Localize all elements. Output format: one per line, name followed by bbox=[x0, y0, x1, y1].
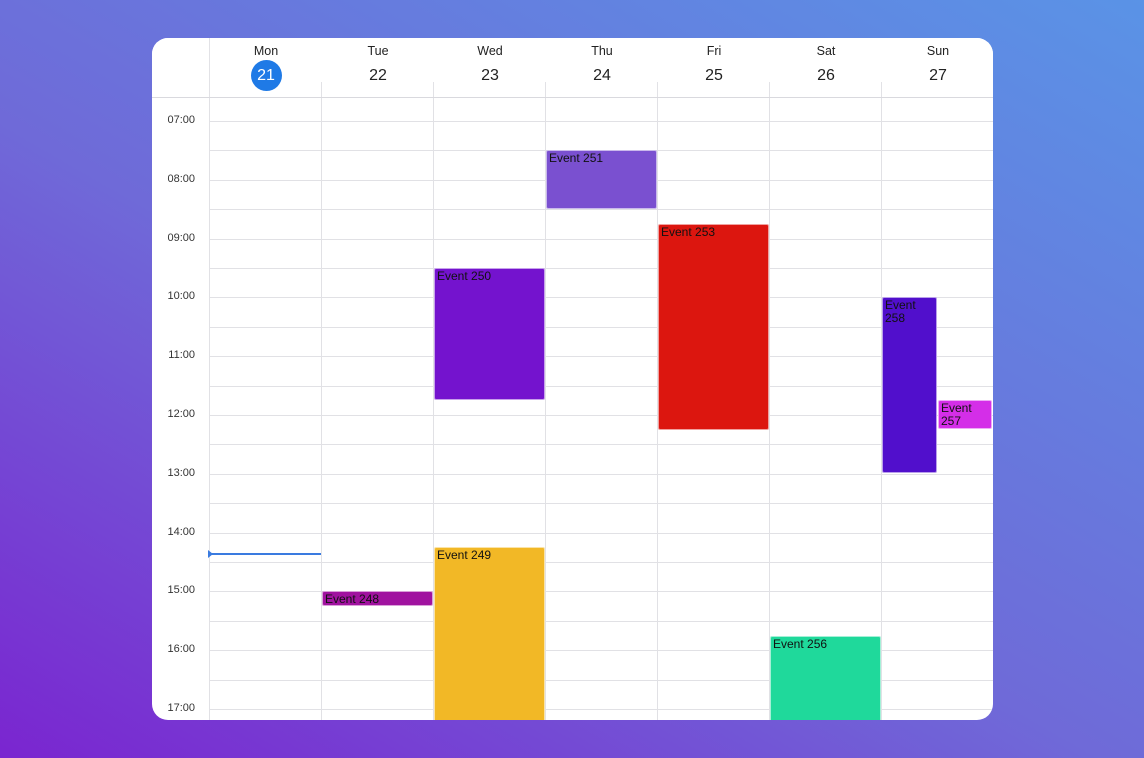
day-header-mon[interactable]: Mon 21 bbox=[210, 38, 322, 97]
day-header-thu[interactable]: Thu 24 bbox=[546, 38, 658, 97]
day-date[interactable]: 27 bbox=[923, 60, 954, 91]
half-hour-gridline bbox=[209, 621, 993, 622]
time-label: 16:00 bbox=[167, 643, 195, 655]
time-label: 14:00 bbox=[167, 526, 195, 538]
header-column-divider bbox=[769, 82, 770, 97]
hour-gridline bbox=[209, 239, 993, 240]
day-date[interactable]: 26 bbox=[811, 60, 842, 91]
day-date[interactable]: 23 bbox=[475, 60, 506, 91]
time-label: 17:00 bbox=[167, 702, 195, 714]
event-title: Event 256 bbox=[773, 637, 828, 651]
event-title: Event 249 bbox=[437, 548, 492, 562]
hour-gridline bbox=[209, 415, 993, 416]
calendar-event[interactable]: Event 258 bbox=[882, 297, 937, 473]
calendar-week-view: Mon 21 Tue 22 Wed 23 Thu 24 Fri 25 Sat 26 Sun 27 07:0… bbox=[152, 38, 993, 720]
day-name: Sat bbox=[816, 44, 836, 58]
calendar-grid[interactable]: 07:00 08:00 09:00 10:00 11:00 12:00 13:00 14:00… bbox=[152, 98, 993, 720]
hour-gridline bbox=[209, 297, 993, 298]
time-label: 07:00 bbox=[167, 114, 195, 126]
time-label: 13:00 bbox=[167, 467, 195, 479]
calendar-event[interactable]: Event 251 bbox=[546, 150, 657, 209]
day-name: Thu bbox=[591, 44, 613, 58]
day-column-divider bbox=[769, 98, 770, 720]
day-header-sun[interactable]: Sun 27 bbox=[882, 38, 993, 97]
time-label: 09:00 bbox=[167, 232, 195, 244]
hour-gridline bbox=[209, 356, 993, 357]
event-title: Event 251 bbox=[549, 151, 604, 165]
hour-gridline bbox=[209, 121, 993, 122]
day-date[interactable]: 24 bbox=[587, 60, 618, 91]
time-label: 11:00 bbox=[168, 349, 195, 361]
event-title: Event 258 bbox=[885, 298, 916, 325]
day-header-sat[interactable]: Sat 26 bbox=[770, 38, 882, 97]
day-name: Wed bbox=[477, 44, 503, 58]
header-column-divider bbox=[321, 82, 322, 97]
half-hour-gridline bbox=[209, 562, 993, 563]
calendar-header: Mon 21 Tue 22 Wed 23 Thu 24 Fri 25 Sat 26 Sun 27 bbox=[152, 38, 993, 98]
today-date-badge[interactable]: 21 bbox=[250, 60, 282, 91]
half-hour-gridline bbox=[209, 386, 993, 387]
day-name: Fri bbox=[706, 44, 722, 58]
header-column-divider bbox=[881, 82, 882, 97]
day-date[interactable]: 25 bbox=[699, 60, 730, 91]
day-column-divider bbox=[209, 98, 210, 720]
header-column-divider bbox=[545, 82, 546, 97]
half-hour-gridline bbox=[209, 444, 993, 445]
header-column-divider bbox=[657, 82, 658, 97]
day-date[interactable]: 22 bbox=[363, 60, 394, 91]
day-name: Mon bbox=[253, 44, 279, 58]
day-header-tue[interactable]: Tue 22 bbox=[322, 38, 434, 97]
calendar-event[interactable]: Event 253 bbox=[658, 224, 769, 430]
half-hour-gridline bbox=[209, 503, 993, 504]
half-hour-gridline bbox=[209, 327, 993, 328]
calendar-event[interactable]: Event 250 bbox=[434, 268, 545, 400]
day-name: Tue bbox=[367, 44, 389, 58]
calendar-event[interactable]: Event 256 bbox=[770, 636, 881, 720]
current-time-indicator bbox=[208, 550, 321, 558]
half-hour-gridline bbox=[209, 209, 993, 210]
day-column-divider bbox=[321, 98, 322, 720]
event-title: Event 250 bbox=[437, 269, 492, 283]
calendar-event[interactable]: Event 249 bbox=[434, 547, 545, 720]
event-title: Event 253 bbox=[661, 225, 716, 239]
time-label: 10:00 bbox=[167, 290, 195, 302]
event-title: Event 248 bbox=[325, 592, 380, 606]
calendar-event[interactable]: Event 257 bbox=[938, 400, 992, 429]
day-name: Sun bbox=[926, 44, 950, 58]
day-header-fri[interactable]: Fri 25 bbox=[658, 38, 770, 97]
time-label: 08:00 bbox=[167, 173, 195, 185]
time-label: 15:00 bbox=[167, 584, 195, 596]
hour-gridline bbox=[209, 474, 993, 475]
time-label: 12:00 bbox=[167, 408, 195, 420]
calendar-event[interactable]: Event 248 bbox=[322, 591, 433, 606]
event-title: Event 257 bbox=[941, 401, 972, 428]
header-gutter bbox=[152, 38, 210, 97]
half-hour-gridline bbox=[209, 268, 993, 269]
hour-gridline bbox=[209, 533, 993, 534]
day-header-wed[interactable]: Wed 23 bbox=[434, 38, 546, 97]
current-time-marker-icon bbox=[208, 550, 213, 558]
header-column-divider bbox=[433, 82, 434, 97]
